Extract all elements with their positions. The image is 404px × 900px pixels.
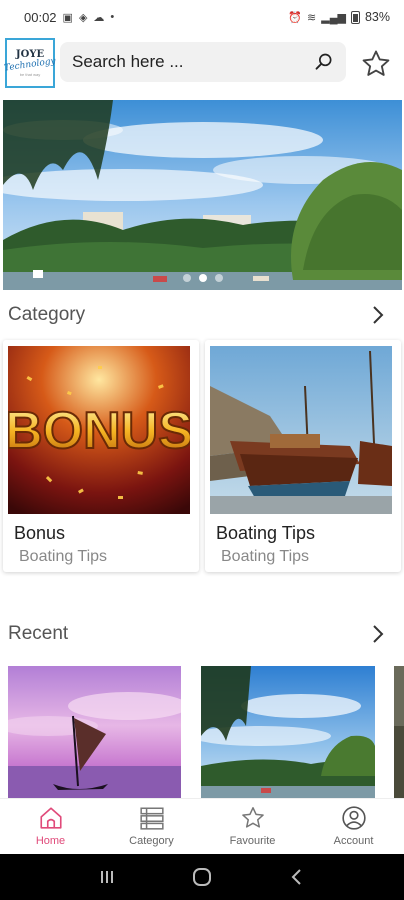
category-card-subtitle: Boating Tips bbox=[19, 548, 108, 565]
category-card-boating-tips[interactable]: Boating Tips Boating Tips bbox=[205, 340, 401, 572]
favourite-star-icon[interactable] bbox=[360, 48, 392, 80]
nav-item-account[interactable]: Account bbox=[303, 799, 404, 854]
search-bar[interactable] bbox=[60, 42, 346, 82]
recent-item-sailboat[interactable] bbox=[8, 666, 181, 798]
recent-section-title: Recent bbox=[8, 623, 69, 644]
category-section-header: Category bbox=[0, 297, 404, 333]
carousel-dot[interactable] bbox=[214, 274, 223, 282]
nav-label-category: Category bbox=[129, 835, 174, 847]
recent-section-header: Recent bbox=[0, 616, 404, 652]
status-time: 00:02 bbox=[24, 9, 57, 25]
list-icon bbox=[139, 807, 164, 830]
nav-label-home: Home bbox=[35, 835, 66, 847]
chevron-right-icon[interactable] bbox=[370, 624, 386, 644]
recent-item-lake[interactable] bbox=[201, 666, 375, 798]
category-section-title: Category bbox=[8, 304, 86, 325]
battery-icon bbox=[350, 10, 360, 24]
nav-item-category[interactable]: Category bbox=[101, 799, 202, 854]
logo-line-3: be that way bbox=[19, 71, 41, 77]
banner-image bbox=[3, 100, 402, 290]
signal-icon: ▂▄▆ bbox=[321, 11, 346, 24]
nav-label-favourite: Favourite bbox=[229, 835, 276, 847]
system-navigation-bar bbox=[0, 854, 404, 900]
recents-icon[interactable] bbox=[96, 866, 118, 888]
alarm-icon: ⏰ bbox=[288, 11, 303, 24]
shield-icon: ◈ bbox=[78, 11, 88, 24]
carousel-dot[interactable] bbox=[182, 274, 191, 282]
carousel-dot-active[interactable] bbox=[198, 274, 207, 282]
status-bar: 00:02 ▣ ◈ ☁ • ⏰ ≋ ▂▄▆ 83% bbox=[0, 0, 404, 34]
notification-icon: ▣ bbox=[62, 11, 73, 24]
banner-carousel[interactable] bbox=[3, 100, 402, 290]
category-card-title: Boating Tips bbox=[216, 523, 316, 543]
category-card-image bbox=[210, 346, 392, 514]
home-circle-icon[interactable] bbox=[191, 866, 213, 888]
cloud-icon: ☁ bbox=[93, 11, 105, 24]
bottom-navigation: Home Category Favourite Account bbox=[0, 798, 404, 854]
category-card-subtitle: Boating Tips bbox=[221, 548, 310, 565]
category-card-image: BONUS bbox=[8, 346, 190, 514]
chevron-right-icon[interactable] bbox=[370, 305, 386, 325]
star-outline-icon bbox=[241, 807, 264, 828]
wifi-icon: ≋ bbox=[307, 11, 317, 24]
nav-item-home[interactable]: Home bbox=[0, 799, 101, 854]
dot-icon: • bbox=[110, 11, 115, 23]
nav-item-favourite[interactable]: Favourite bbox=[202, 799, 303, 854]
app-logo[interactable]: JOYE Technology be that way bbox=[4, 38, 56, 88]
search-input[interactable] bbox=[72, 52, 302, 72]
carousel-dots bbox=[3, 274, 402, 282]
search-icon[interactable] bbox=[314, 52, 334, 72]
recent-item-partial[interactable] bbox=[394, 666, 404, 798]
account-circle-icon bbox=[341, 806, 366, 830]
nav-label-account: Account bbox=[333, 835, 374, 847]
bonus-image-text: BONUS bbox=[8, 402, 190, 460]
battery-percent: 83% bbox=[364, 10, 390, 24]
app-header: JOYE Technology be that way bbox=[0, 36, 404, 90]
category-card-bonus[interactable]: BONUS Bonus Boating Tips bbox=[3, 340, 199, 572]
back-icon[interactable] bbox=[286, 866, 308, 888]
category-card-title: Bonus bbox=[14, 523, 66, 543]
home-icon bbox=[39, 807, 62, 829]
